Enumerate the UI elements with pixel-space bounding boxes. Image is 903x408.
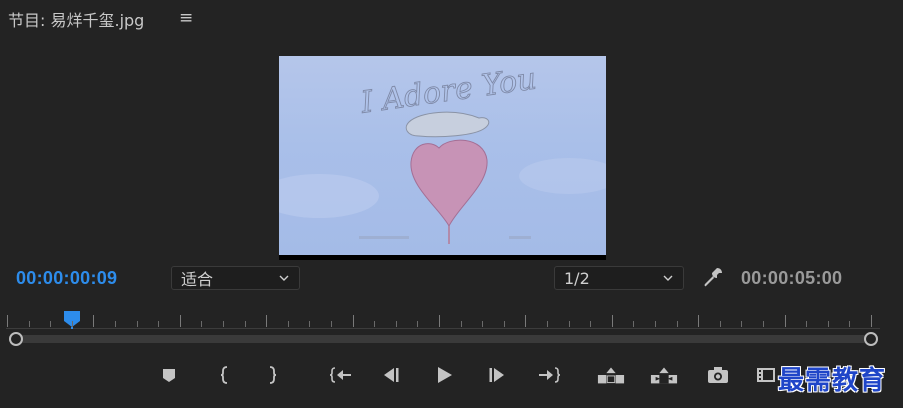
ruler-major-tick <box>179 315 181 327</box>
ruler-major-tick <box>698 315 700 327</box>
scrollbar-track[interactable] <box>16 335 873 343</box>
ruler-major-tick <box>7 315 8 327</box>
transport-toolbar <box>0 358 903 394</box>
play-icon <box>438 367 452 383</box>
ruler-minor-tick <box>827 321 829 327</box>
current-timecode[interactable]: 00:00:00:09 <box>16 268 117 289</box>
watermark-logo: 最需教育 <box>778 366 887 396</box>
zoom-scrollbar[interactable] <box>8 330 880 348</box>
ruler-major-tick <box>352 315 354 327</box>
ruler-minor-tick <box>331 321 332 327</box>
ruler-minor-tick <box>547 321 548 327</box>
ruler-minor-tick <box>158 321 160 327</box>
playhead-marker[interactable] <box>63 308 83 330</box>
extract-button[interactable] <box>650 362 678 388</box>
ruler-baseline <box>6 328 880 329</box>
ruler-minor-tick <box>244 321 246 327</box>
camera-icon <box>708 367 728 383</box>
ruler-minor-tick <box>741 321 743 327</box>
zoom-level-value: 适合 <box>181 270 214 289</box>
compare-view-button[interactable] <box>752 362 780 388</box>
marker-icon <box>163 369 175 382</box>
ruler-minor-tick <box>568 321 570 327</box>
ruler-minor-tick <box>374 321 376 327</box>
ruler-minor-tick <box>655 321 656 327</box>
step-back-button[interactable] <box>377 362 405 388</box>
program-monitor-panel: 节目: 易烊千玺.jpg ≡ I Adore You 00:00:00:09 适… <box>0 0 903 408</box>
duration-timecode: 00:00:05:00 <box>741 268 843 288</box>
ruler-minor-tick <box>50 321 52 327</box>
ruler-major-tick <box>525 315 527 327</box>
panel-title[interactable]: 节目: 易烊千玺.jpg <box>8 7 144 31</box>
ruler-minor-tick <box>676 321 678 327</box>
program-viewer[interactable]: I Adore You <box>279 56 606 260</box>
ruler-major-tick <box>611 315 613 327</box>
ruler-minor-tick <box>71 321 73 327</box>
add-marker-button[interactable] <box>155 362 183 388</box>
ruler-minor-tick <box>482 321 484 327</box>
ruler-minor-tick <box>136 321 138 327</box>
ruler-minor-tick <box>763 321 764 327</box>
ruler-minor-tick <box>719 321 721 327</box>
zoom-level-select[interactable]: 适合 <box>171 266 300 290</box>
ruler-major-tick <box>871 315 872 327</box>
ruler-minor-tick <box>395 321 397 327</box>
playback-resolution-select[interactable]: 1/2 <box>554 266 684 290</box>
playback-resolution-value: 1/2 <box>564 268 590 288</box>
lift-icon <box>597 367 625 384</box>
panel-header: 节目: 易烊千玺.jpg ≡ <box>0 0 903 34</box>
go-to-out-button[interactable] <box>535 362 563 388</box>
scrollbar-left-handle[interactable] <box>9 332 23 346</box>
step-forward-icon <box>489 368 504 382</box>
mark-in-button[interactable] <box>211 362 239 388</box>
lift-button[interactable] <box>597 362 625 388</box>
go-to-in-button[interactable] <box>327 362 355 388</box>
filmstrip-icon <box>757 368 775 382</box>
ruler-minor-tick <box>806 321 808 327</box>
ruler-major-tick <box>439 315 440 327</box>
mark-out-button[interactable] <box>258 362 286 388</box>
ruler-major-tick <box>784 315 786 327</box>
ruler-minor-tick <box>287 321 289 327</box>
ruler-minor-tick <box>417 321 419 327</box>
ruler-minor-tick <box>28 321 30 327</box>
ruler-minor-tick <box>590 321 592 327</box>
mark-in-icon <box>220 366 228 384</box>
step-forward-button[interactable] <box>483 362 511 388</box>
play-button[interactable] <box>430 362 458 388</box>
ruler-minor-tick <box>223 321 224 327</box>
wrench-icon[interactable] <box>702 265 724 289</box>
mark-out-icon <box>269 366 277 384</box>
export-frame-button[interactable] <box>704 362 732 388</box>
ruler-minor-tick <box>201 321 203 327</box>
ruler-minor-tick <box>849 321 851 327</box>
chevron-down-icon <box>279 275 289 281</box>
step-back-icon <box>384 368 399 382</box>
ruler-minor-tick <box>309 321 311 327</box>
go-to-out-icon <box>539 367 561 383</box>
scrollbar-right-handle[interactable] <box>864 332 878 346</box>
ruler-minor-tick <box>503 321 505 327</box>
ruler-minor-tick <box>633 321 635 327</box>
chevron-down-icon <box>663 275 673 281</box>
ruler-major-tick <box>93 315 95 327</box>
time-ruler[interactable] <box>0 306 903 330</box>
go-to-in-icon <box>329 367 351 383</box>
extract-icon <box>650 367 678 384</box>
ruler-minor-tick <box>460 321 462 327</box>
frame-image: I Adore You <box>279 56 606 255</box>
panel-menu-icon[interactable]: ≡ <box>179 8 193 28</box>
ruler-minor-tick <box>115 321 116 327</box>
ruler-major-tick <box>266 315 268 327</box>
